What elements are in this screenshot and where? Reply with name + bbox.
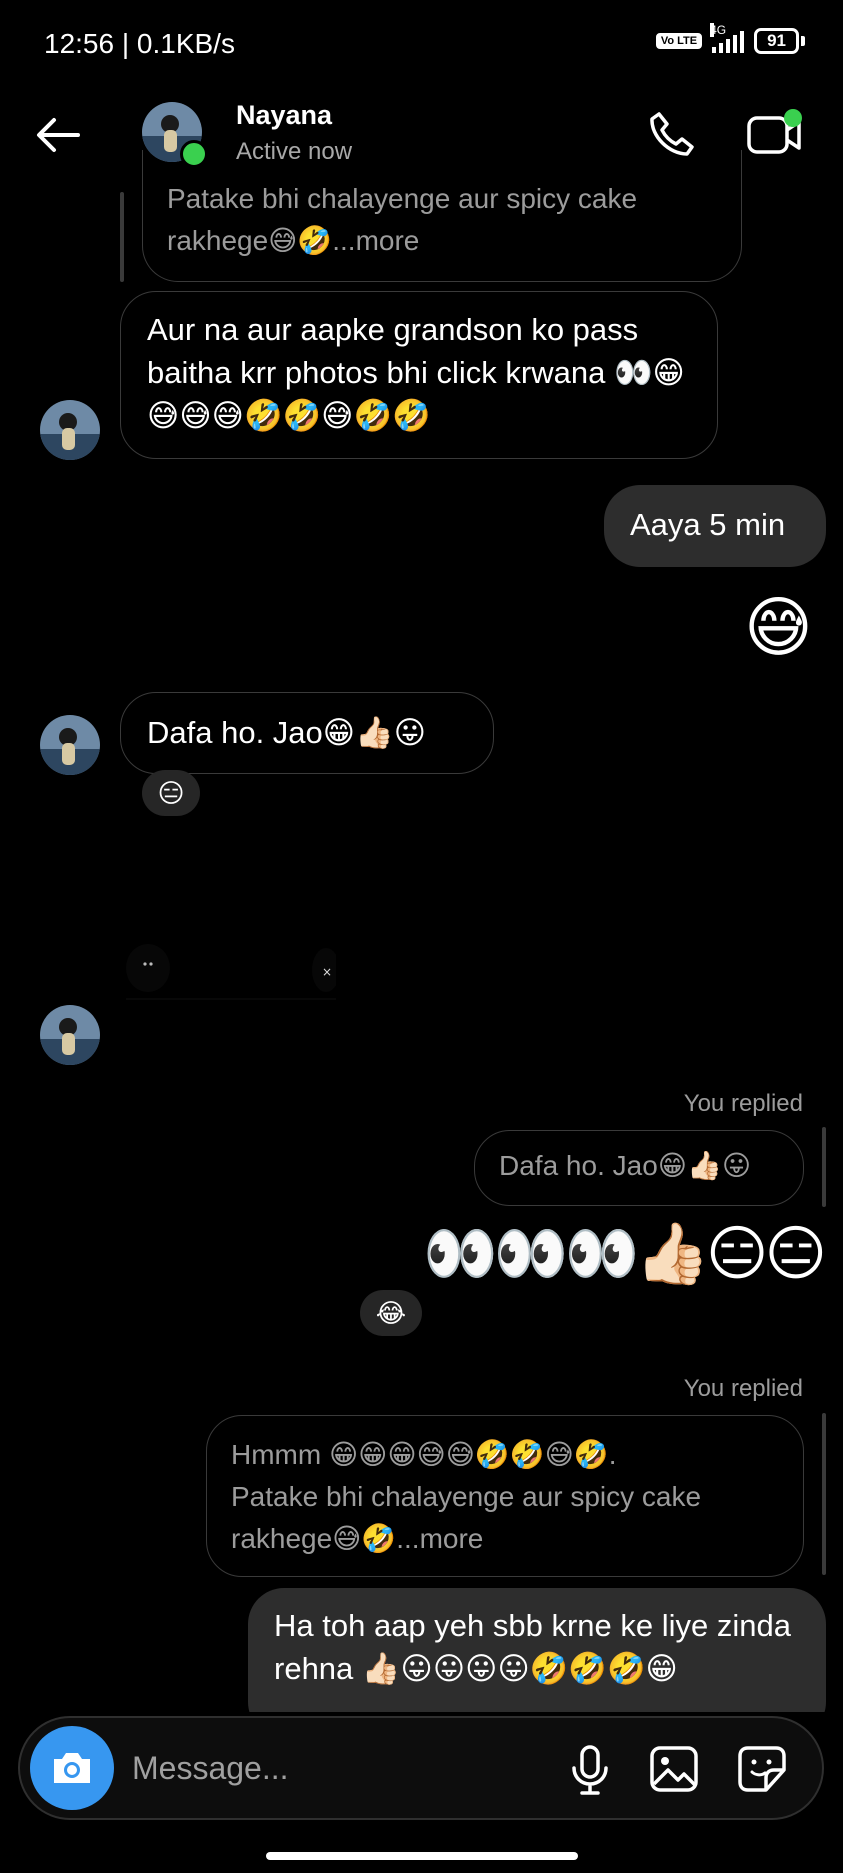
sticker-icon[interactable] <box>736 1744 788 1794</box>
avatar[interactable] <box>40 715 100 775</box>
microphone-icon[interactable] <box>566 1744 614 1796</box>
quoted-message[interactable]: Patake bhi chalayenge aur spicy cake rak… <box>142 150 742 282</box>
volte-indicator: Vo LTE <box>655 33 703 49</box>
message-reaction[interactable]: 😂 <box>360 1290 422 1336</box>
message-input[interactable] <box>130 1742 554 1794</box>
quoted-message[interactable]: Hmmm 😁😁😁😅😅🤣🤣😅🤣. Patake bhi chalayenge au… <box>206 1415 804 1577</box>
battery-level: 91 <box>754 28 799 54</box>
you-replied-label: You replied <box>683 1375 803 1402</box>
you-replied-label: You replied <box>683 1090 803 1117</box>
network-type: 4G <box>710 23 727 37</box>
battery-icon: 91 <box>754 28 805 54</box>
signal-icon: 4G <box>710 23 745 53</box>
outgoing-emoji-message[interactable]: 😅 <box>744 592 813 662</box>
quote-bar <box>120 192 124 282</box>
media-message[interactable]: × <box>126 930 340 1000</box>
avatar[interactable] <box>40 400 100 460</box>
quote-bar <box>822 1413 826 1575</box>
quoted-text-line: Patake bhi chalayenge aur spicy cake <box>231 1481 702 1512</box>
camera-icon[interactable] <box>30 1726 114 1810</box>
contact-name[interactable]: Nayana <box>236 100 332 131</box>
quoted-message[interactable]: Dafa ho. Jao😁👍🏻😛 <box>474 1130 804 1206</box>
quoted-text-line: Patake bhi chalayenge aur spicy cake <box>167 183 638 214</box>
svg-text:×: × <box>322 965 332 979</box>
quoted-text-line: Hmmm 😁😁😁😅😅🤣🤣😅🤣. <box>231 1439 617 1470</box>
status-icons: Vo LTE 4G 91 <box>655 23 805 54</box>
quote-bar <box>822 1127 826 1207</box>
quoted-text-line: rakhege😅🤣 <box>231 1523 397 1554</box>
gallery-icon[interactable] <box>648 1744 700 1794</box>
incoming-message[interactable]: Aur na aur aapke grandson ko pass baitha… <box>120 291 718 459</box>
video-camera-icon[interactable] <box>745 108 805 160</box>
more-link[interactable]: ...more <box>332 225 419 256</box>
home-indicator[interactable] <box>266 1852 578 1860</box>
outgoing-emoji-message[interactable]: 👀👀👀👍🏻😑😑 <box>423 1219 827 1289</box>
message-reaction[interactable]: 😑 <box>142 770 200 816</box>
status-time: 12:56 | 0.1KB/s <box>44 28 235 59</box>
more-link[interactable]: ...more <box>396 1523 483 1554</box>
avatar[interactable] <box>40 1005 100 1065</box>
arrow-left-icon[interactable] <box>34 110 84 160</box>
incoming-message[interactable]: Dafa ho. Jao😁👍🏻😛 <box>120 692 494 774</box>
quoted-text-line: rakhege😅🤣 <box>167 225 333 256</box>
outgoing-message[interactable]: Aaya 5 min <box>604 485 826 567</box>
